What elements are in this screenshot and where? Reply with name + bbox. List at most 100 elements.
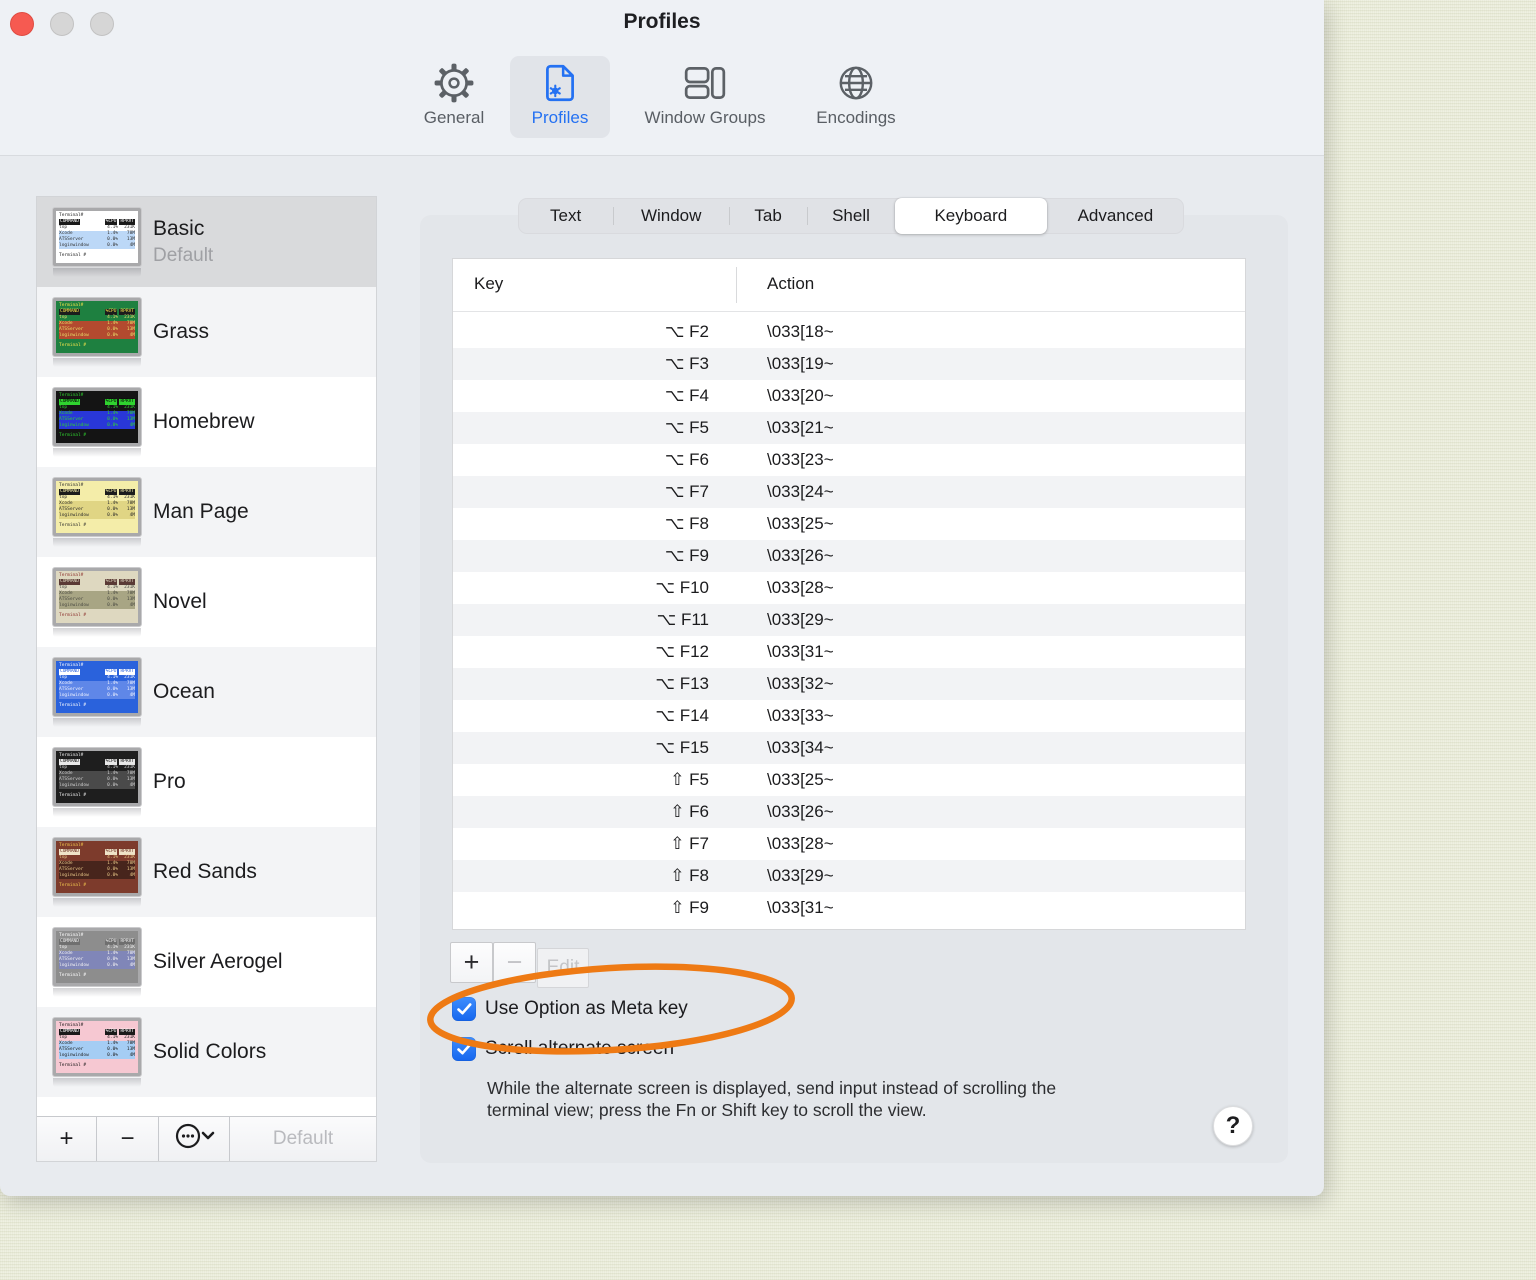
thumbnail-reflection (53, 1077, 141, 1087)
keymap-key: ⌥ F12 (655, 642, 709, 661)
thumbnail-reflection (53, 537, 141, 547)
profile-name: Basic (153, 217, 205, 240)
keymap-row[interactable]: ⌥ F6 \033[23~ (453, 444, 1245, 476)
keymap-action: \033[23~ (767, 450, 834, 469)
scroll-alternate-screen-description: While the alternate screen is displayed,… (487, 1078, 1057, 1120)
profile-row-grass[interactable]: Terminal# COMMAND %CPU RPRVT top 4.1% 231K X… (37, 287, 376, 377)
toolbar-item-general[interactable]: General (412, 56, 496, 138)
keymap-key: ⇧ F9 (670, 898, 709, 917)
keymap-row[interactable]: ⌥ F2 \033[18~ (453, 316, 1245, 348)
use-option-as-meta-key-checkbox[interactable] (452, 997, 476, 1021)
remove-keymap-button[interactable]: − (493, 942, 536, 983)
profile-row-ocean[interactable]: Terminal# COMMAND %CPU RPRVT top 4.1% 231K X… (37, 647, 376, 737)
profiles-document-icon (539, 60, 581, 106)
keymap-row[interactable]: ⇧ F8 \033[29~ (453, 860, 1245, 892)
profile-name: Homebrew (153, 410, 255, 433)
profile-row-homebrew[interactable]: Terminal# COMMAND %CPU RPRVT top 4.1% 231K X… (37, 377, 376, 467)
keymap-action: \033[32~ (767, 674, 834, 693)
keymap-row[interactable]: ⌥ F15 \033[34~ (453, 732, 1245, 764)
more-options-button[interactable] (159, 1117, 230, 1161)
profile-row-basic[interactable]: Terminal# COMMAND %CPU RPRVT top 4.1% 231K X… (37, 197, 376, 287)
profile-row-man-page[interactable]: Terminal# COMMAND %CPU RPRVT top 4.1% 231K X… (37, 467, 376, 557)
keymap-row[interactable]: ⌥ F4 \033[20~ (453, 380, 1245, 412)
keymap-row[interactable]: ⌥ F9 \033[26~ (453, 540, 1245, 572)
profile-thumbnail: Terminal# COMMAND %CPU RPRVT top 4.1% 231K X… (53, 747, 141, 817)
keymap-action: \033[26~ (767, 802, 834, 821)
toolbar-item-encodings[interactable]: Encodings (800, 56, 912, 138)
keymap-action: \033[33~ (767, 706, 834, 725)
profile-row-novel[interactable]: Terminal# COMMAND %CPU RPRVT top 4.1% 231K X… (37, 557, 376, 647)
keymap-row[interactable]: ⌥ F12 \033[31~ (453, 636, 1245, 668)
keymap-rows: ⌥ F2 \033[18~ ⌥ F3 \033[19~ ⌥ F4 \033[20… (453, 312, 1245, 924)
keymap-table-header: Key Action (453, 259, 1245, 312)
keymap-row[interactable]: ⇧ F9 \033[31~ (453, 892, 1245, 924)
keymap-key: ⌥ F4 (664, 386, 709, 405)
keymap-action: \033[34~ (767, 738, 834, 757)
add-keymap-button[interactable]: + (450, 942, 493, 983)
keymap-action: \033[19~ (767, 354, 834, 373)
keymap-action: \033[29~ (767, 610, 834, 629)
thumbnail-reflection (53, 447, 141, 457)
keymap-key: ⌥ F13 (655, 674, 709, 693)
tab-shell[interactable]: Shell (807, 198, 895, 234)
tab-keyboard[interactable]: Keyboard (894, 198, 1047, 234)
thumbnail-reflection (53, 717, 141, 727)
tab-advanced[interactable]: Advanced (1047, 198, 1184, 234)
keymap-row[interactable]: ⌥ F5 \033[21~ (453, 412, 1245, 444)
keymap-row[interactable]: ⇧ F7 \033[28~ (453, 828, 1245, 860)
help-button[interactable]: ? (1213, 1106, 1253, 1146)
keymap-row[interactable]: ⇧ F6 \033[26~ (453, 796, 1245, 828)
keymap-action: \033[25~ (767, 514, 834, 533)
scroll-alternate-screen-label: Scroll alternate screen (485, 1038, 675, 1059)
toolbar-label-general: General (423, 108, 485, 127)
keymap-action: \033[28~ (767, 834, 834, 853)
edit-keymap-button[interactable]: Edit (537, 948, 589, 988)
thumbnail-reflection (53, 987, 141, 997)
profile-thumbnail: Terminal# COMMAND %CPU RPRVT top 4.1% 231K X… (53, 927, 141, 997)
remove-profile-button[interactable]: − (97, 1117, 159, 1161)
keymap-row[interactable]: ⌥ F10 \033[28~ (453, 572, 1245, 604)
tab-text[interactable]: Text (518, 198, 613, 234)
profile-thumbnail: Terminal# COMMAND %CPU RPRVT top 4.1% 231K X… (53, 1017, 141, 1087)
preferences-toolbar: General Profiles Window Groups Encodings (0, 56, 1324, 138)
tab-tab[interactable]: Tab (729, 198, 807, 234)
keymap-row[interactable]: ⌥ F8 \033[25~ (453, 508, 1245, 540)
keymap-key: ⇧ F5 (670, 770, 709, 789)
keymap-row[interactable]: ⇧ F5 \033[25~ (453, 764, 1245, 796)
keymap-key: ⇧ F8 (670, 866, 709, 885)
profile-name: Man Page (153, 500, 249, 523)
set-default-button[interactable]: Default (230, 1117, 376, 1161)
checkmark-icon (456, 1003, 471, 1015)
keymap-key: ⇧ F7 (670, 834, 709, 853)
keymap-key: ⌥ F9 (664, 546, 709, 565)
profile-row-solid-colors[interactable]: Terminal# COMMAND %CPU RPRVT top 4.1% 231K X… (37, 1007, 376, 1097)
profile-row-pro[interactable]: Terminal# COMMAND %CPU RPRVT top 4.1% 231K X… (37, 737, 376, 827)
keymap-action: \033[21~ (767, 418, 834, 437)
profile-row-red-sands[interactable]: Terminal# COMMAND %CPU RPRVT top 4.1% 231K X… (37, 827, 376, 917)
ellipsis-circle-chevron-icon (172, 1121, 216, 1158)
keymap-key: ⌥ F6 (664, 450, 709, 469)
profile-default-badge: Default (153, 245, 214, 266)
profile-name: Pro (153, 770, 186, 793)
scroll-alternate-screen-checkbox[interactable] (452, 1037, 476, 1061)
checkmark-icon (456, 1043, 471, 1055)
thumbnail-reflection (53, 807, 141, 817)
keymap-row[interactable]: ⌥ F3 \033[19~ (453, 348, 1245, 380)
toolbar-label-profiles: Profiles (531, 108, 589, 127)
toolbar-item-profiles[interactable]: Profiles (510, 56, 610, 138)
keymap-key: ⌥ F11 (656, 610, 709, 629)
tab-window[interactable]: Window (613, 198, 729, 234)
keymap-row[interactable]: ⌥ F7 \033[24~ (453, 476, 1245, 508)
thumbnail-reflection (53, 357, 141, 367)
keymap-action: \033[25~ (767, 770, 834, 789)
keymap-row[interactable]: ⌥ F13 \033[32~ (453, 668, 1245, 700)
keymap-row[interactable]: ⌥ F11 \033[29~ (453, 604, 1245, 636)
keymap-row[interactable]: ⌥ F14 \033[33~ (453, 700, 1245, 732)
column-header-action: Action (767, 274, 815, 293)
profile-row-silver-aerogel[interactable]: Terminal# COMMAND %CPU RPRVT top 4.1% 231K X… (37, 917, 376, 1007)
keymap-action: \033[31~ (767, 898, 834, 917)
toolbar-item-window-groups[interactable]: Window Groups (624, 56, 786, 138)
profile-thumbnail: Terminal# COMMAND %CPU RPRVT top 4.1% 231K X… (53, 477, 141, 547)
add-profile-button[interactable]: + (37, 1117, 97, 1161)
profile-thumbnail: Terminal# COMMAND %CPU RPRVT top 4.1% 231K X… (53, 837, 141, 907)
